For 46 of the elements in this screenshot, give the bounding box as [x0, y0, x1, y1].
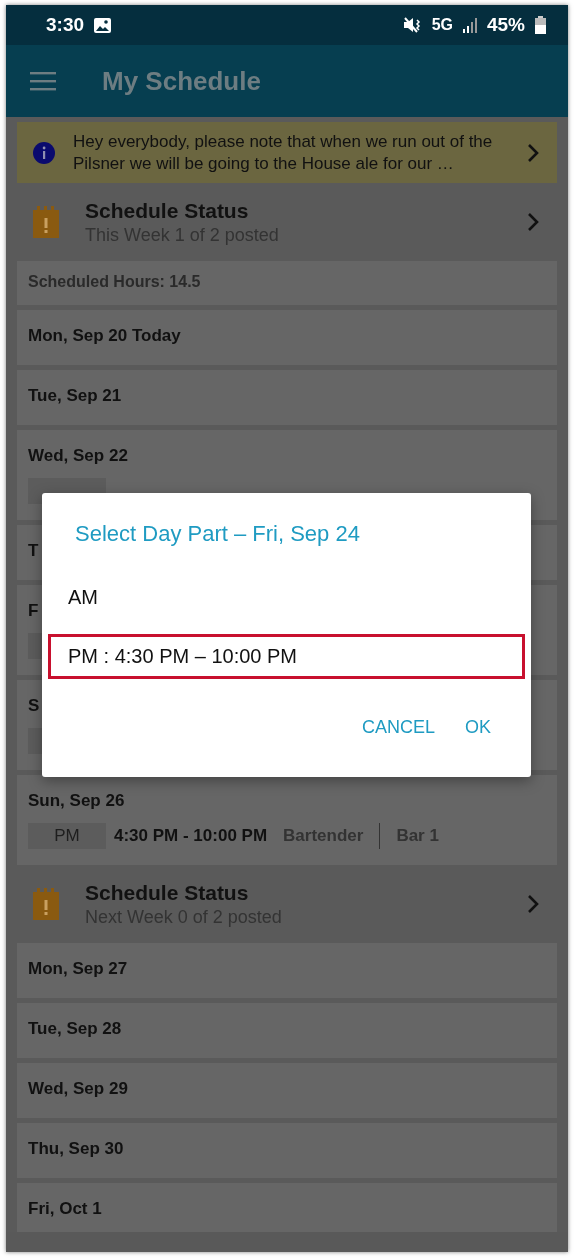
day-card[interactable]: Fri, Oct 1	[17, 1183, 557, 1232]
announcement-banner[interactable]: Hey everybody, please note that when we run out of the Pilsner we will be going to the House ale for our …	[17, 122, 557, 183]
network-type: 5G	[431, 16, 453, 34]
status-title: Schedule Status	[85, 880, 250, 905]
scheduled-hours: Scheduled Hours: 14.5	[28, 273, 202, 291]
day-date: Tue, Sep 21	[28, 386, 123, 406]
image-icon	[94, 17, 112, 33]
day-part-option[interactable]: PM : 4:30 PM – 10:00 PM	[48, 634, 525, 679]
day-card[interactable]: Mon, Sep 27	[17, 943, 557, 998]
ok-button[interactable]: OK	[453, 711, 503, 744]
signal-icon	[462, 17, 477, 33]
day-date: F	[28, 601, 40, 621]
day-part-tag: PM	[28, 823, 106, 849]
day-date: Wed, Sep 22	[28, 446, 129, 466]
day-date: Tue, Sep 28	[28, 1019, 123, 1039]
day-date: Mon, Sep 20 Today	[28, 326, 182, 346]
dialog-title: Select Day Part – Fri, Sep 24	[75, 521, 361, 548]
day-card[interactable]: Wed, Sep 29	[17, 1063, 557, 1118]
chevron-right-icon	[527, 212, 539, 232]
cancel-button[interactable]: CANCEL	[349, 711, 447, 744]
shift-time: 4:30 PM - 10:00 PM	[114, 826, 268, 846]
menu-icon[interactable]	[30, 71, 56, 91]
day-card[interactable]: Tue, Sep 21	[17, 370, 557, 425]
mute-icon	[403, 17, 422, 33]
announcement-text: Hey everybody, please note that when we run out of the Pilsner we will be going to the House ale for our …	[73, 130, 494, 175]
day-date: T	[28, 541, 40, 561]
day-date: Thu, Sep 30	[28, 1139, 125, 1159]
chevron-right-icon	[527, 894, 539, 914]
day-date: Wed, Sep 29	[28, 1079, 129, 1099]
day-date: S	[28, 696, 41, 716]
clock: 3:30	[46, 14, 85, 36]
day-card[interactable]: Mon, Sep 20 Today	[17, 310, 557, 365]
day-card[interactable]: Thu, Sep 30	[17, 1123, 557, 1178]
day-card[interactable]: Tue, Sep 28	[17, 1003, 557, 1058]
day-date: Sun, Sep 26	[28, 791, 126, 811]
battery-percent: 45%	[486, 14, 525, 36]
calendar-alert-icon	[33, 888, 59, 920]
info-icon	[33, 141, 55, 164]
day-date: Mon, Sep 27	[28, 959, 129, 979]
day-date: Fri, Oct 1	[28, 1199, 103, 1219]
day-part-option[interactable]: AM	[48, 575, 525, 620]
status-title: Schedule Status	[85, 198, 250, 223]
chevron-right-icon	[527, 142, 539, 163]
calendar-alert-icon	[33, 206, 59, 238]
app-title: My Schedule	[102, 65, 261, 97]
battery-icon	[535, 16, 546, 34]
